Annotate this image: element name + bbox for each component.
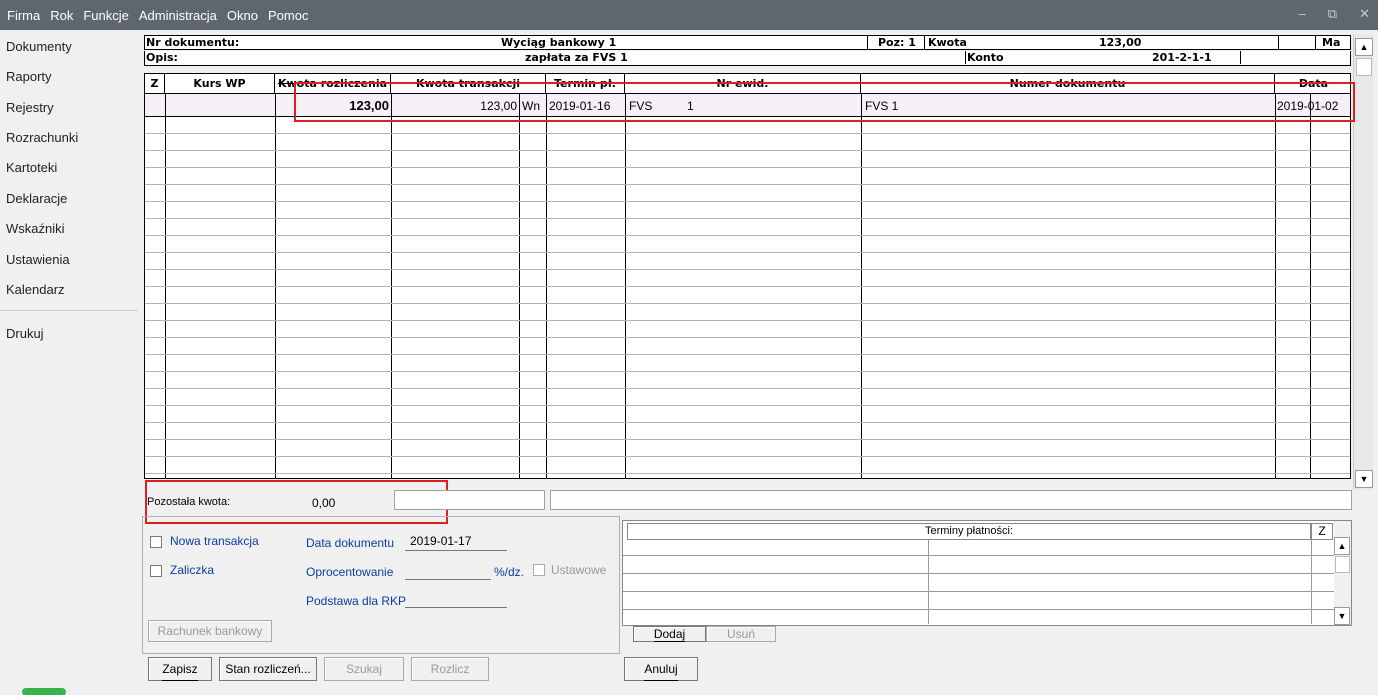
kwota-label: Kwota [928, 36, 967, 49]
konto-value[interactable]: 201-2-1-1 [1152, 51, 1212, 64]
scroll-up-icon[interactable]: ▲ [1355, 38, 1373, 56]
kwota-value[interactable]: 123,00 [1099, 36, 1141, 49]
konto-label: Konto [967, 51, 1004, 64]
col-kurs-wp[interactable]: Kurs WP [165, 74, 275, 94]
col-z[interactable]: Z [145, 74, 165, 94]
usun-button[interactable]: Usuń [706, 626, 776, 642]
nowa-transakcja-label[interactable]: Nowa transakcja [170, 534, 259, 548]
terminy-platnosci-panel: Terminy płatności: Z ▲ ▼ [622, 520, 1352, 626]
highlight-data-row [294, 82, 1355, 122]
opis-value[interactable]: zapłata za FVS 1 [525, 51, 628, 64]
sidebar-item-ustawienia[interactable]: Ustawienia [6, 252, 70, 267]
oprocentowanie-unit: %/dz. [494, 565, 525, 579]
terminy-scroll-thumb[interactable] [1335, 556, 1350, 573]
opis-label: Opis: [146, 51, 178, 64]
oprocentowanie-input[interactable] [405, 579, 491, 580]
window-controls: – ⧉ ✕ [1299, 6, 1370, 22]
restore-icon[interactable]: ⧉ [1328, 6, 1337, 22]
podstawa-rkp-label: Podstawa dla RKP [306, 594, 407, 608]
zaliczka-checkbox[interactable] [150, 565, 162, 577]
poz-label: Poz: 1 [878, 36, 916, 49]
sidebar-item-rozrachunki[interactable]: Rozrachunki [6, 130, 78, 145]
sidebar-item-wskazniki[interactable]: Wskaźniki [6, 221, 65, 236]
pozostala-field-2 [394, 490, 545, 510]
ma-label: Ma [1322, 36, 1341, 49]
sidebar-divider [0, 310, 138, 311]
sidebar-item-kalendarz[interactable]: Kalendarz [6, 282, 65, 297]
ustawowe-label: Ustawowe [551, 563, 607, 577]
szukaj-button[interactable]: Szukaj [324, 657, 404, 681]
sidebar-item-dokumenty[interactable]: Dokumenty [6, 39, 72, 54]
nr-dokumentu-value[interactable]: Wyciąg bankowy 1 [501, 36, 616, 49]
minimize-icon[interactable]: – [1299, 6, 1306, 22]
pozostala-label: Pozostała kwota: [147, 496, 231, 508]
data-dokumentu-label: Data dokumentu [306, 536, 395, 550]
sage-logo [22, 688, 66, 695]
terminy-scrollbar[interactable]: ▲ ▼ [1334, 521, 1351, 625]
document-header-row: Nr dokumentu: Wyciąg bankowy 1 Poz: 1 Kw… [144, 35, 1351, 50]
pozostala-value: 0,00 [312, 496, 336, 510]
zaliczka-label[interactable]: Zaliczka [170, 563, 214, 577]
dodaj-button[interactable]: Dodaj [633, 626, 706, 642]
menu-firma[interactable]: Firma [2, 8, 45, 23]
anuluj-button[interactable]: Anuluj [624, 657, 698, 681]
sidebar-item-deklaracje[interactable]: Deklaracje [6, 191, 67, 206]
stan-rozliczen-button[interactable]: Stan rozliczeń... [219, 657, 317, 681]
opis-header-row: Opis: zapłata za FVS 1 Konto 201-2-1-1 [144, 51, 1351, 66]
sidebar-item-kartoteki[interactable]: Kartoteki [6, 160, 57, 175]
oprocentowanie-label: Oprocentowanie [306, 565, 394, 579]
data-dokumentu-input[interactable]: 2019-01-17 [410, 534, 471, 548]
terminy-scroll-down-icon[interactable]: ▼ [1334, 607, 1350, 625]
terminy-scroll-up-icon[interactable]: ▲ [1334, 537, 1350, 555]
menu-administracja[interactable]: Administracja [134, 8, 222, 23]
scroll-thumb[interactable] [1356, 58, 1372, 76]
zapisz-button[interactable]: Zapisz [148, 657, 212, 681]
sidebar-item-raporty[interactable]: Raporty [6, 69, 52, 84]
nr-dokumentu-label: Nr dokumentu: [146, 36, 240, 49]
nowa-transakcja-checkbox[interactable] [150, 536, 162, 548]
rozlicz-button[interactable]: Rozlicz [411, 657, 489, 681]
pozostala-field-3 [550, 490, 1352, 510]
terminy-title: Terminy płatności: [627, 523, 1311, 540]
scroll-down-icon[interactable]: ▼ [1355, 470, 1373, 488]
rachunek-bankowy-button[interactable]: Rachunek bankowy [148, 620, 272, 642]
menu-funkcje[interactable]: Funkcje [78, 8, 134, 23]
menu-bar: Firma Rok Funkcje Administracja Okno Pom… [0, 0, 1378, 30]
transactions-grid[interactable]: Z Kurs WP Kwota rozliczenia Kwota transa… [144, 73, 1351, 479]
terminy-z-header: Z [1311, 523, 1333, 540]
status-bar [0, 682, 1378, 695]
podstawa-rkp-input[interactable] [405, 607, 507, 608]
menu-okno[interactable]: Okno [222, 8, 263, 23]
close-icon[interactable]: ✕ [1359, 6, 1370, 22]
menu-pomoc[interactable]: Pomoc [263, 8, 313, 23]
menu-rok[interactable]: Rok [45, 8, 78, 23]
sidebar-item-drukuj[interactable]: Drukuj [6, 326, 44, 341]
grid-scrollbar[interactable]: ▲ ▼ [1353, 34, 1373, 490]
sidebar: Dokumenty Raporty Rejestry Rozrachunki K… [0, 30, 138, 682]
sidebar-item-rejestry[interactable]: Rejestry [6, 100, 54, 115]
ustawowe-checkbox[interactable] [533, 564, 545, 576]
